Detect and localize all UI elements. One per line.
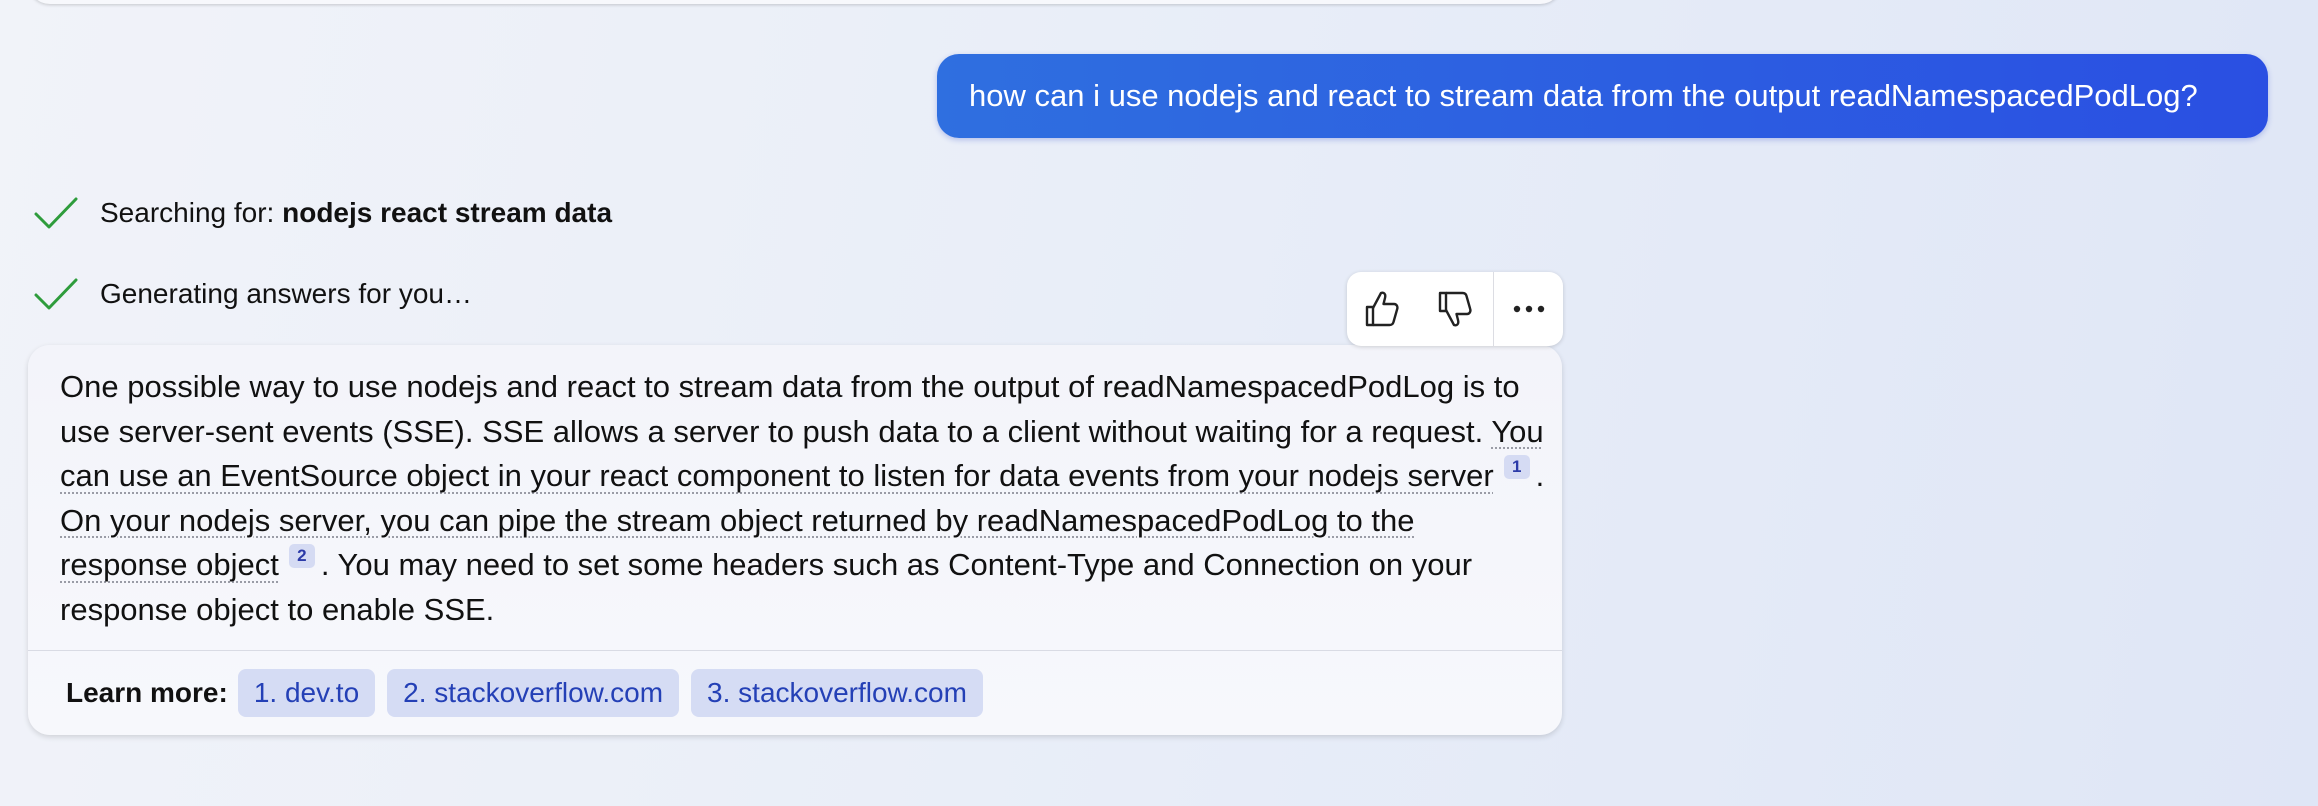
citation-badge-1[interactable]: 1	[1503, 455, 1530, 479]
previous-message-card	[28, 0, 1562, 4]
citation-badge-2[interactable]: 2	[288, 544, 315, 568]
search-progress-step: Searching for: nodejs react stream data	[32, 193, 612, 233]
generating-progress-label: Generating answers for you…	[100, 278, 472, 309]
learn-more-label: Learn more:	[66, 677, 228, 708]
card-divider	[28, 650, 1562, 651]
dislike-button[interactable]	[1417, 272, 1494, 346]
answer-card: One possible way to use nodejs and react…	[28, 345, 1562, 735]
thumbs-up-icon	[1365, 291, 1399, 327]
user-message-bubble: how can i use nodejs and react to stream…	[937, 54, 2268, 138]
checkmark-icon	[34, 278, 78, 310]
answer-intro: One possible way to use nodejs and react…	[60, 369, 1520, 449]
search-progress-label: Searching for:	[100, 197, 283, 228]
learn-more-link-2[interactable]: 2. stackoverflow.com	[387, 669, 680, 717]
checkmark-icon	[34, 197, 78, 229]
more-options-icon	[1513, 305, 1544, 313]
answer-text: One possible way to use nodejs and react…	[60, 365, 1550, 632]
search-query: nodejs react stream data	[282, 197, 613, 228]
like-button[interactable]	[1347, 272, 1417, 346]
learn-more-link-3[interactable]: 3. stackoverflow.com	[691, 669, 983, 717]
user-message-text: how can i use nodejs and react to stream…	[969, 78, 2198, 113]
thumbs-down-icon	[1438, 291, 1472, 327]
feedback-toolbar	[1347, 272, 1563, 346]
more-options-button[interactable]	[1494, 272, 1563, 346]
answer-separator: .	[1535, 458, 1545, 493]
learn-more-bar: Learn more: 1. dev.to 2. stackoverflow.c…	[66, 669, 995, 717]
learn-more-link-1[interactable]: 1. dev.to	[237, 669, 376, 717]
generating-progress-step: Generating answers for you…	[32, 274, 472, 314]
